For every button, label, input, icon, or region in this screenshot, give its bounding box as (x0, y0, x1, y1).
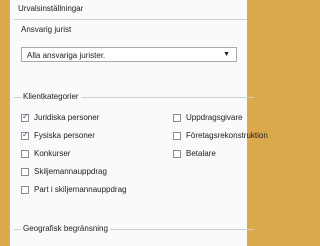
settings-panel: Urvalsinställningar Ansvarig jurist Alla… (9, 0, 268, 246)
checkbox-label: Part i skiljemannauppdrag (34, 185, 127, 194)
geo-limit-title: Geografisk begränsning (21, 224, 110, 233)
checkbox-fysiska-personer[interactable]: Fysiska personer (21, 130, 95, 141)
checkbox-box[interactable] (173, 131, 181, 140)
checkbox-label: Betalare (186, 149, 216, 158)
geo-limit-group: Geografisk begränsning (14, 224, 254, 233)
checkbox-box[interactable] (173, 113, 181, 122)
responsible-lawyer-label: Ansvarig jurist (21, 25, 72, 34)
checkbox-box[interactable] (21, 167, 29, 176)
checkbox-box[interactable] (21, 130, 29, 140)
client-categories-group: Klientkategorier (14, 92, 254, 101)
checkbox-label: Företagsrekonstruktion (186, 131, 268, 140)
checkbox-part-i-skiljemannauppdrag[interactable]: Part i skiljemannauppdrag (21, 184, 127, 195)
checkbox-konkurser[interactable]: Konkurser (21, 148, 70, 159)
checkbox-foretagsrekonstruktion[interactable]: Företagsrekonstruktion (173, 130, 268, 141)
chevron-down-icon[interactable]: ▼ (223, 51, 230, 58)
window-title: Urvalsinställningar (18, 4, 84, 13)
checkbox-label: Fysiska personer (34, 131, 95, 140)
checkbox-betalare[interactable]: Betalare (173, 148, 216, 159)
divider (14, 19, 247, 20)
checkbox-box[interactable] (21, 112, 29, 122)
checkbox-box[interactable] (21, 185, 29, 194)
checkbox-juridiska-personer[interactable]: Juridiska personer (21, 112, 99, 123)
client-categories-title: Klientkategorier (21, 92, 81, 101)
responsible-lawyer-select[interactable]: Alla ansvariga jurister. ▼ (21, 47, 237, 62)
checkbox-label: Juridiska personer (34, 113, 100, 122)
checkbox-box[interactable] (21, 149, 29, 158)
checkbox-label: Konkurser (34, 149, 71, 158)
responsible-lawyer-value: Alla ansvariga jurister. (27, 51, 106, 60)
checkbox-skiljemannauppdrag[interactable]: Skiljemannauppdrag (21, 166, 107, 177)
checkbox-label: Skiljemannauppdrag (34, 167, 107, 176)
checkbox-uppdragsgivare[interactable]: Uppdragsgivare (173, 112, 242, 123)
checkbox-box[interactable] (173, 149, 181, 158)
checkbox-label: Uppdragsgivare (186, 113, 243, 122)
